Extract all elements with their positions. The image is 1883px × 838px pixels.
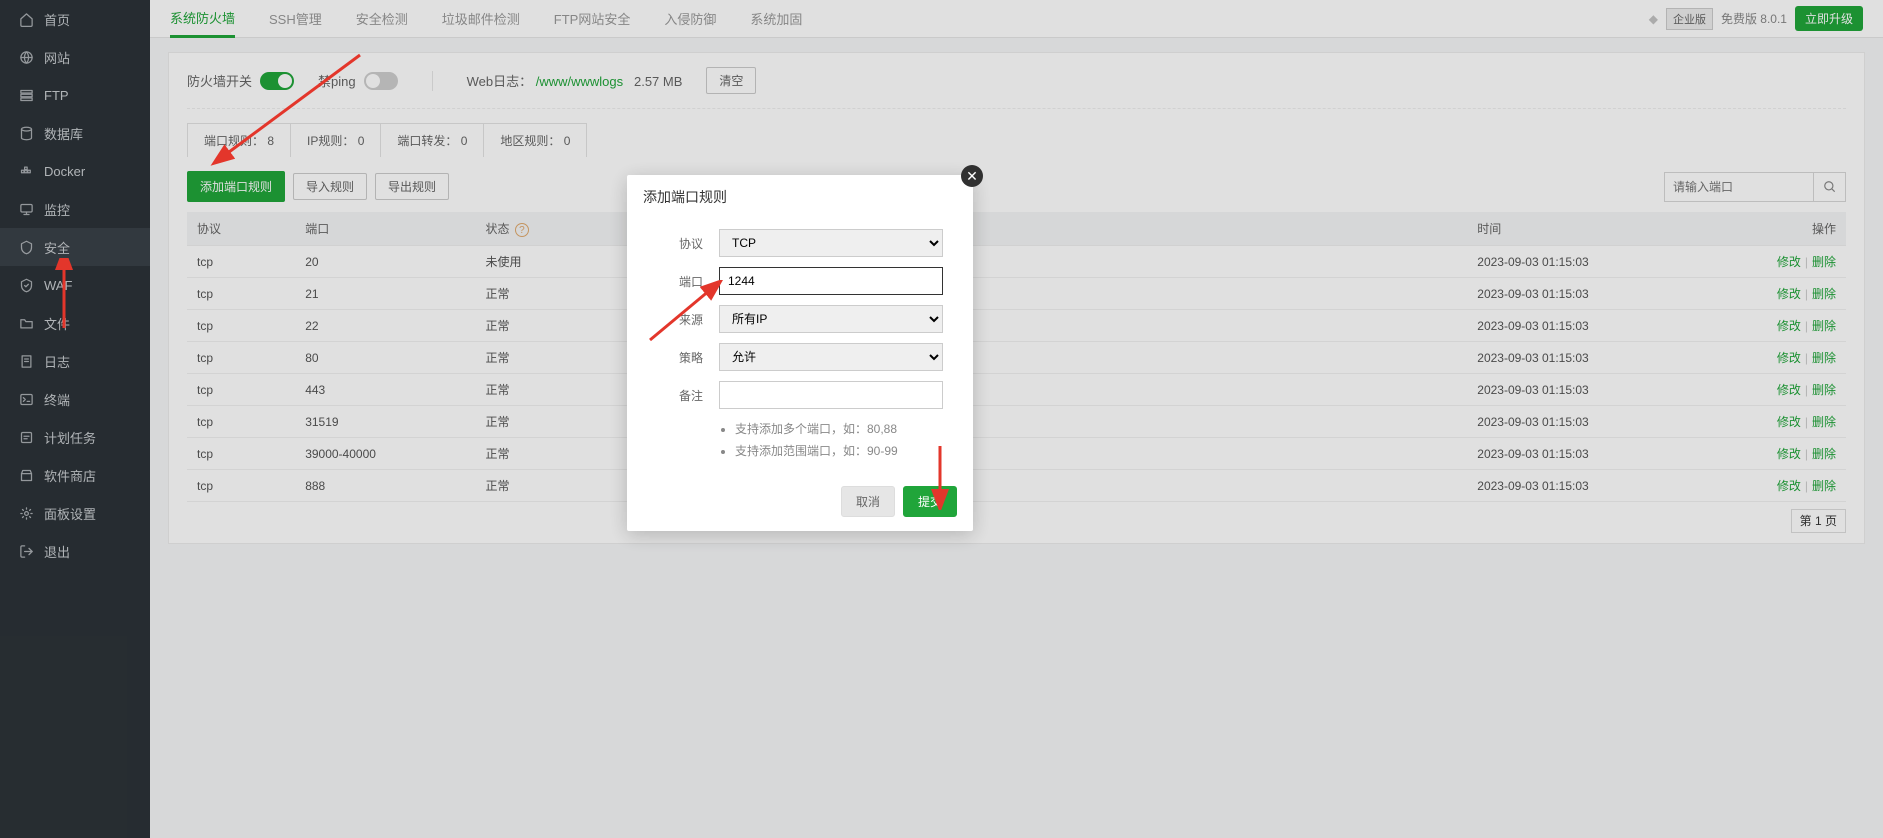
add-port-rule-modal: 添加端口规则 ✕ 协议 TCP 端口 来源 所有IP 策略 允许 备注 支持添加…	[627, 175, 973, 531]
source-select[interactable]: 所有IP	[719, 305, 943, 333]
modal-close-button[interactable]: ✕	[961, 165, 983, 187]
proto-label: 协议	[657, 235, 703, 252]
source-label: 来源	[657, 311, 703, 328]
hint-text: 支持添加范围端口，如：90-99	[735, 441, 943, 463]
modal-header: 添加端口规则 ✕	[627, 175, 973, 219]
modal-title: 添加端口规则	[643, 189, 727, 205]
close-icon: ✕	[966, 168, 978, 185]
cancel-button[interactable]: 取消	[841, 486, 895, 517]
policy-select[interactable]: 允许	[719, 343, 943, 371]
modal-footer: 取消 提交	[627, 478, 973, 531]
remark-input[interactable]	[719, 381, 943, 409]
modal-body: 协议 TCP 端口 来源 所有IP 策略 允许 备注 支持添加多个端口，如：80…	[627, 219, 973, 478]
proto-select[interactable]: TCP	[719, 229, 943, 257]
port-label: 端口	[657, 273, 703, 290]
submit-button[interactable]: 提交	[903, 486, 957, 517]
hint-text: 支持添加多个端口，如：80,88	[735, 419, 943, 441]
policy-label: 策略	[657, 349, 703, 366]
hints: 支持添加多个端口，如：80,88 支持添加范围端口，如：90-99	[735, 419, 943, 462]
remark-label: 备注	[657, 387, 703, 404]
port-input[interactable]	[719, 267, 943, 295]
